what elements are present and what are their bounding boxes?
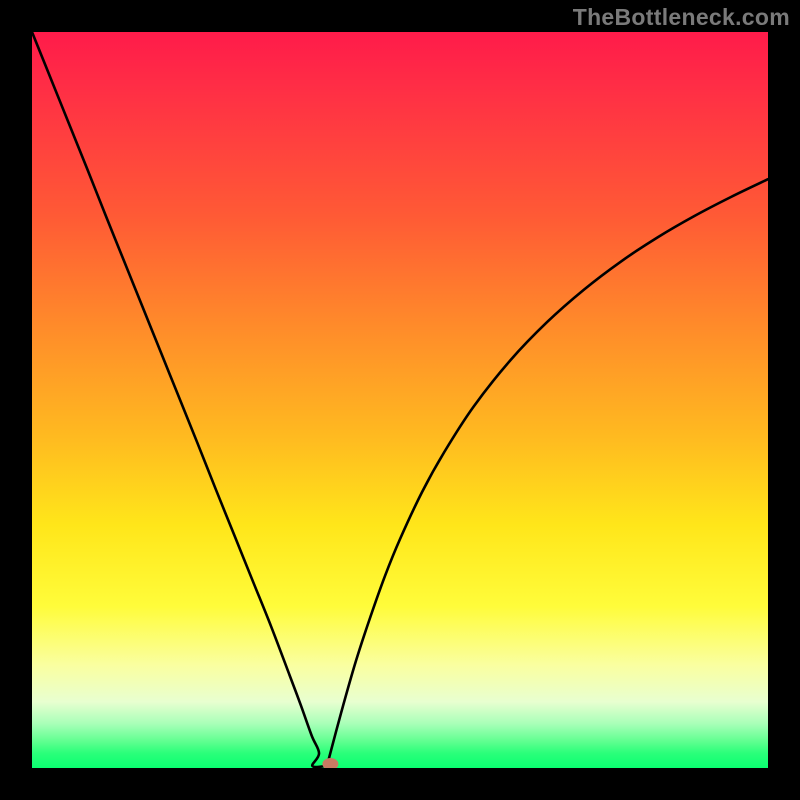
optimum-marker [322, 758, 338, 768]
bottleneck-curve-path [32, 32, 768, 768]
attribution-text: TheBottleneck.com [573, 4, 790, 31]
bottleneck-curve-svg [32, 32, 768, 768]
chart-frame: TheBottleneck.com [0, 0, 800, 800]
plot-area [32, 32, 768, 768]
